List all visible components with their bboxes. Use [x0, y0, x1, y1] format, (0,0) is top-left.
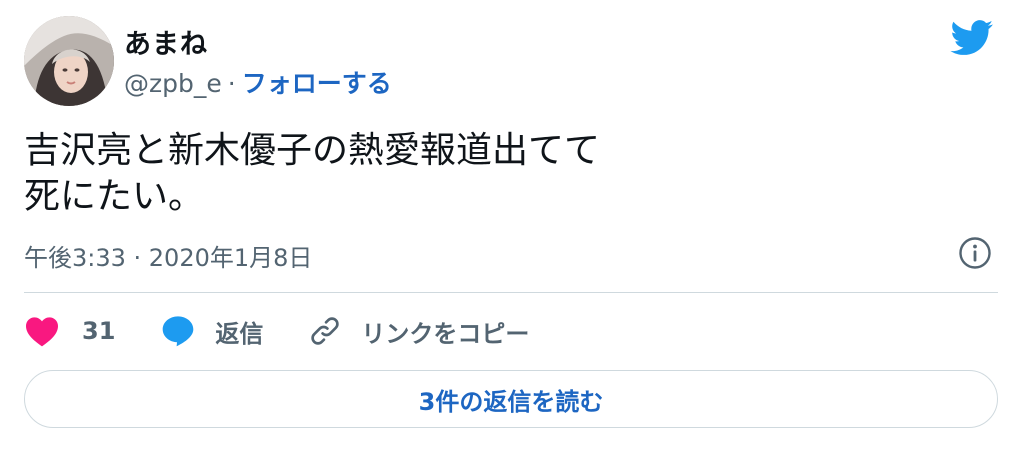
action-bar: 31 返信 リンクをコピー: [24, 306, 575, 356]
handle-row: @zpb_e · フォローする: [124, 64, 392, 100]
divider: [24, 292, 998, 293]
read-replies-button[interactable]: 3件の返信を読む: [24, 370, 998, 428]
info-icon[interactable]: [958, 236, 992, 270]
reply-label: 返信: [215, 319, 264, 348]
speech-bubble-icon: [163, 316, 194, 347]
twitter-bird-icon[interactable]: [950, 20, 994, 56]
tweet-card: あまね @zpb_e · フォローする 吉沢亮と新木優子の熱愛報道出てて 死にたい。…: [0, 0, 1024, 452]
avatar[interactable]: [24, 16, 114, 106]
tweet-text-line-2: 死にたい。: [24, 176, 205, 217]
link-icon: [311, 317, 340, 345]
handle-separator: ·: [227, 69, 236, 98]
tweet-text: 吉沢亮と新木優子の熱愛報道出てて 死にたい。: [24, 128, 984, 220]
tweet-text-line-1: 吉沢亮と新木優子の熱愛報道出てて: [24, 130, 601, 171]
like-count: 31: [82, 317, 116, 345]
tweet-timestamp[interactable]: 午後3:33 · 2020年1月8日: [24, 238, 312, 273]
user-handle[interactable]: @zpb_e: [124, 69, 222, 98]
follow-link[interactable]: フォローする: [242, 69, 392, 98]
heart-icon: [26, 317, 58, 347]
like-button[interactable]: 31: [24, 315, 115, 347]
reply-button[interactable]: 返信: [161, 314, 263, 349]
display-name[interactable]: あまね: [124, 22, 208, 61]
copy-link-label: リンクをコピー: [361, 319, 530, 348]
avatar-image: [24, 16, 114, 106]
copy-link-button[interactable]: リンクをコピー: [309, 314, 529, 349]
